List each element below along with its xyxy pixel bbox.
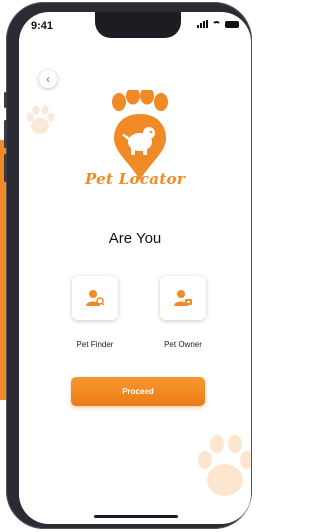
- back-button[interactable]: ‹: [39, 70, 57, 88]
- status-time: 9:41: [31, 20, 54, 32]
- wifi-icon: [212, 20, 221, 28]
- paw-decoration-icon: [26, 105, 55, 134]
- pet-owner-card[interactable]: [160, 276, 206, 320]
- app-screen: 9:41 ‹ Pet Locator Are You Pet Finder Pe…: [19, 12, 251, 524]
- battery-icon: [225, 20, 239, 28]
- chevron-left-icon: ‹: [46, 72, 50, 86]
- phone-frame: 9:41 ‹ Pet Locator Are You Pet Finder Pe…: [4, 2, 252, 529]
- home-indicator: [94, 515, 178, 518]
- pet-owner-label: Pet Owner: [164, 340, 202, 349]
- phone-side-button: [4, 92, 7, 108]
- phone-notch: [95, 12, 181, 38]
- brand-title: Pet Locator: [84, 170, 186, 188]
- user-finder-icon: [86, 290, 105, 306]
- pet-finder-label: Pet Finder: [76, 340, 114, 349]
- paw-decoration-icon: [198, 435, 251, 496]
- status-icons: [197, 20, 239, 28]
- role-question: Are You: [108, 230, 162, 247]
- phone-side-button: [4, 154, 7, 182]
- pet-finder-card[interactable]: [72, 276, 118, 320]
- signal-icon: [197, 20, 208, 28]
- proceed-button[interactable]: Proceed: [71, 377, 205, 406]
- phone-side-button: [4, 120, 7, 148]
- user-owner-icon: [174, 290, 192, 306]
